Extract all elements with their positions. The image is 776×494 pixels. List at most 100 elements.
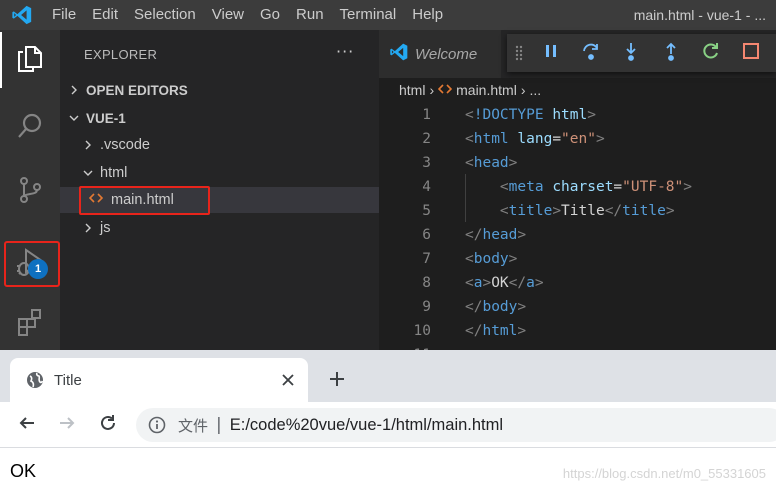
tab-welcome[interactable]: Welcome: [379, 30, 501, 78]
code-line: 9 </body>: [379, 295, 776, 319]
activity-source-control[interactable]: [0, 164, 60, 220]
activity-bar: 1: [0, 30, 60, 350]
step-into-button[interactable]: [611, 34, 651, 72]
activity-extensions[interactable]: [0, 296, 60, 350]
code-line: 2 <html lang="en">: [379, 127, 776, 151]
code-text: </body>: [465, 299, 527, 315]
menu-terminal[interactable]: Terminal: [332, 0, 405, 30]
pause-icon: [543, 43, 559, 63]
close-icon: [282, 371, 294, 390]
menu-edit[interactable]: Edit: [84, 0, 126, 30]
open-editors-section[interactable]: OPEN EDITORS: [60, 77, 379, 103]
info-icon[interactable]: [148, 416, 166, 434]
source-control-icon: [15, 175, 45, 209]
step-over-button[interactable]: [571, 34, 611, 72]
line-number: 10: [413, 323, 431, 339]
tree-folder-html[interactable]: html: [60, 160, 379, 186]
close-tab-button[interactable]: [278, 370, 298, 390]
breadcrumb: html › main.html › ...: [379, 78, 545, 102]
extensions-icon: [15, 307, 45, 341]
address-bar[interactable]: 文件 | E:/code%20vue/vue-1/html/main.html: [136, 408, 776, 442]
line-number: 1: [422, 107, 431, 123]
code-line: 3 <head>: [379, 151, 776, 175]
vscode-logo-icon: [389, 42, 409, 66]
arrow-right-icon: [58, 414, 76, 436]
menu-run[interactable]: Run: [288, 0, 332, 30]
restart-icon: [701, 41, 721, 65]
line-number: 3: [422, 155, 431, 171]
chevron-right-icon: ›: [520, 82, 526, 98]
line-number: 6: [422, 227, 431, 243]
reload-button[interactable]: [95, 412, 121, 438]
drag-handle-icon[interactable]: [507, 34, 531, 72]
debug-badge: 1: [28, 259, 48, 279]
tree-item-label: html: [100, 165, 128, 181]
tree-folder-vscode[interactable]: .vscode: [60, 132, 379, 158]
browser-window: Title 文件 | E:/code%20vue/vue-1/html/main…: [0, 350, 776, 494]
open-editors-label: OPEN EDITORS: [86, 82, 188, 98]
code-editor[interactable]: 1 <!DOCTYPE html> 2 <html lang="en"> 3 <…: [379, 103, 776, 350]
plus-icon: [329, 371, 345, 391]
breadcrumb-file[interactable]: main.html: [456, 82, 517, 98]
stop-icon: [742, 42, 760, 64]
stop-button[interactable]: [731, 34, 771, 72]
chevron-right-icon: ›: [429, 82, 435, 98]
explorer-sidebar: EXPLORER ··· OPEN EDITORS VUE-1 .vscode …: [60, 30, 379, 350]
browser-tab[interactable]: Title: [10, 358, 308, 402]
new-tab-button[interactable]: [325, 369, 349, 393]
menu-help[interactable]: Help: [404, 0, 451, 30]
editor-tab-bar: Welcome: [379, 30, 776, 78]
debug-toolbar: [507, 34, 776, 72]
editor-area: Welcome html › main.html › ... 1 <!DOCTY…: [379, 30, 776, 350]
forward-button[interactable]: [54, 412, 80, 438]
menu-selection[interactable]: Selection: [126, 0, 204, 30]
url-text: E:/code%20vue/vue-1/html/main.html: [229, 415, 504, 434]
vscode-window: File Edit Selection View Go Run Terminal…: [0, 0, 776, 350]
browser-tab-title: Title: [54, 371, 82, 389]
line-number: 5: [422, 203, 431, 219]
tree-item-label: .vscode: [100, 137, 150, 153]
code-text: <title>Title</title>: [499, 203, 675, 219]
reload-icon: [99, 414, 117, 436]
chevron-down-icon: [69, 115, 79, 121]
code-text: </html>: [465, 323, 527, 339]
chevron-down-icon: [83, 170, 93, 176]
step-out-button[interactable]: [651, 34, 691, 72]
browser-toolbar: 文件 | E:/code%20vue/vue-1/html/main.html: [0, 402, 776, 448]
line-number: 7: [422, 251, 431, 267]
step-over-icon: [581, 41, 601, 65]
step-into-icon: [621, 41, 641, 65]
back-button[interactable]: [14, 412, 40, 438]
breadcrumb-symbol[interactable]: ...: [529, 82, 541, 98]
window-title: main.html - vue-1 - ...: [633, 7, 766, 23]
workspace-label: VUE-1: [86, 110, 126, 126]
menu-file[interactable]: File: [44, 0, 84, 30]
code-text: <body>: [465, 251, 518, 267]
line-number: 4: [422, 179, 431, 195]
files-icon: [15, 43, 45, 77]
code-text: <html lang="en">: [465, 131, 605, 147]
chevron-right-icon: [85, 140, 91, 150]
globe-icon: [26, 371, 44, 389]
workspace-section[interactable]: VUE-1: [60, 105, 379, 131]
activity-search[interactable]: [0, 100, 60, 156]
menu-go[interactable]: Go: [252, 0, 288, 30]
tree-folder-js[interactable]: js: [60, 215, 379, 241]
code-text: <meta charset="UTF-8">: [499, 179, 692, 195]
menu-view[interactable]: View: [204, 0, 252, 30]
activity-explorer[interactable]: [0, 32, 60, 88]
main-html-highlight-box: [79, 186, 210, 215]
chevron-right-icon: [85, 223, 91, 233]
browser-tab-strip: Title: [0, 350, 776, 402]
line-number: 2: [422, 131, 431, 147]
separator: |: [216, 415, 222, 435]
active-indicator: [0, 32, 2, 88]
code-text: <head>: [465, 155, 518, 171]
more-actions-icon[interactable]: ···: [336, 42, 354, 61]
breadcrumb-folder[interactable]: html: [399, 82, 425, 98]
restart-button[interactable]: [691, 34, 731, 72]
pause-button[interactable]: [531, 34, 571, 72]
code-line: 8 <a>OK</a>: [379, 271, 776, 295]
explorer-title: EXPLORER: [84, 47, 158, 62]
watermark: https://blog.csdn.net/m0_55331605: [562, 466, 766, 481]
